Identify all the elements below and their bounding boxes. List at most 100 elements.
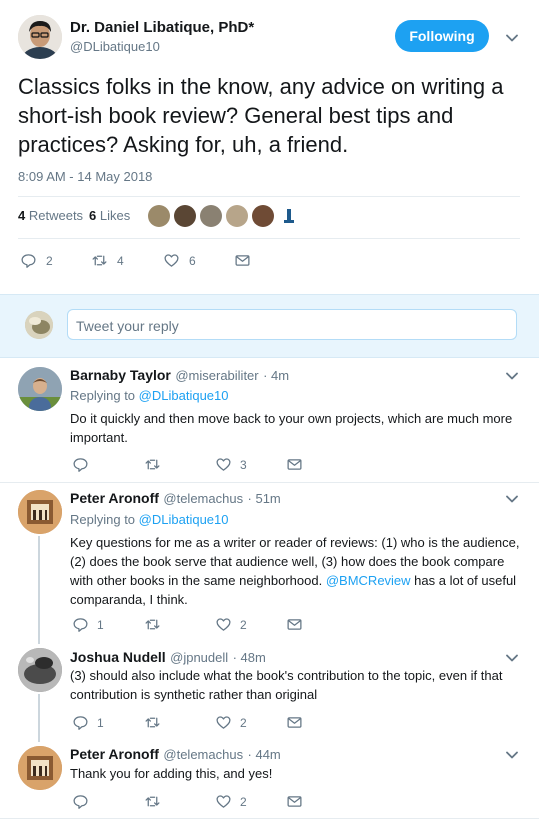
like-count: 2: [240, 794, 247, 809]
reply-header: Barnaby Taylor @miserabiliter · 4m: [70, 367, 289, 385]
retweet-icon: [145, 796, 160, 807]
reply-author-name[interactable]: Joshua Nudell: [70, 649, 166, 665]
replying-to: Replying to @DLibatique10: [70, 512, 229, 527]
reply-avatar[interactable]: [18, 746, 62, 790]
retweet-icon: [145, 619, 160, 630]
like-action[interactable]: 3: [215, 456, 247, 473]
replying-to: Replying to @DLibatique10: [70, 388, 229, 403]
message-action[interactable]: [286, 616, 303, 633]
likes-count: 6: [89, 208, 97, 223]
reply-count: 2: [46, 253, 53, 268]
like-action[interactable]: 6: [163, 252, 196, 269]
retweet-action[interactable]: [144, 793, 169, 810]
following-button-label: Following: [409, 28, 475, 44]
reply-avatar[interactable]: [18, 490, 62, 534]
divider: [18, 196, 520, 197]
reply-author-handle[interactable]: @jpnudell: [170, 650, 228, 665]
reply-text: Key questions for me as a writer or read…: [70, 533, 520, 609]
like-count: 2: [240, 617, 247, 632]
author-handle[interactable]: @DLibatique10: [70, 39, 160, 54]
author-avatar[interactable]: [18, 15, 62, 59]
replying-to-handle[interactable]: @DLibatique10: [139, 388, 229, 403]
reply-author-name[interactable]: Peter Aronoff: [70, 490, 159, 506]
reply-action[interactable]: 2: [20, 252, 53, 269]
reply-time[interactable]: · 51m: [248, 491, 281, 506]
following-button[interactable]: Following: [395, 20, 489, 52]
message-action[interactable]: [286, 714, 303, 731]
divider: [18, 238, 520, 239]
reply-count: 1: [97, 715, 104, 730]
replying-to-label: Replying to: [70, 512, 136, 527]
replying-to-label: Replying to: [70, 388, 136, 403]
message-action[interactable]: [286, 793, 303, 810]
reply-action[interactable]: [72, 456, 97, 473]
chevron-down-icon[interactable]: [505, 492, 519, 511]
reply-avatar[interactable]: [18, 648, 62, 692]
retweet-icon: [92, 255, 107, 266]
retweets-stat[interactable]: 4 Retweets: [18, 208, 83, 223]
reply-count: 1: [97, 617, 104, 632]
like-action[interactable]: 2: [215, 616, 247, 633]
reply-time[interactable]: · 4m: [263, 368, 289, 383]
envelope-icon: [235, 255, 250, 266]
retweet-action[interactable]: [144, 616, 169, 633]
reply-input-placeholder: Tweet your reply: [76, 318, 179, 334]
likes-stat[interactable]: 6 Likes: [89, 208, 130, 223]
liker-avatar[interactable]: [252, 205, 274, 227]
envelope-icon: [287, 459, 302, 470]
reply-header: Peter Aronoff @telemachus · 51m: [70, 490, 281, 508]
current-user-avatar[interactable]: [25, 311, 53, 339]
reply-text: Thank you for adding this, and yes!: [70, 766, 273, 781]
retweet-action[interactable]: 4: [91, 252, 124, 269]
reply-icon: [73, 795, 88, 809]
retweet-action[interactable]: [144, 456, 169, 473]
reply-author-handle[interactable]: @telemachus: [163, 491, 243, 506]
reply-avatar[interactable]: [18, 367, 62, 411]
reply-icon: [73, 716, 88, 730]
reply-author-name[interactable]: Barnaby Taylor: [70, 367, 171, 383]
reply-author-handle[interactable]: @telemachus: [163, 747, 243, 762]
author-name[interactable]: Dr. Daniel Libatique, PhD*: [70, 19, 254, 36]
mention-link[interactable]: @BMCReview: [326, 573, 411, 588]
liker-avatar[interactable]: [278, 205, 300, 227]
reply-time[interactable]: · 44m: [248, 747, 281, 762]
heart-icon: [216, 795, 231, 808]
envelope-icon: [287, 619, 302, 630]
heart-icon: [216, 716, 231, 729]
liker-avatar[interactable]: [200, 205, 222, 227]
reply-icon: [21, 254, 36, 268]
retweet-count: 4: [117, 253, 124, 268]
like-action[interactable]: 2: [215, 793, 247, 810]
heart-icon: [216, 458, 231, 471]
liker-avatar[interactable]: [226, 205, 248, 227]
message-action[interactable]: [234, 252, 251, 269]
reply-action[interactable]: [72, 793, 97, 810]
reply-time[interactable]: · 48m: [233, 650, 266, 665]
message-action[interactable]: [286, 456, 303, 473]
like-action[interactable]: 2: [215, 714, 247, 731]
liker-avatar[interactable]: [174, 205, 196, 227]
chevron-down-icon[interactable]: [505, 369, 519, 388]
reply-input[interactable]: Tweet your reply: [67, 309, 517, 340]
reply-action[interactable]: 1: [72, 714, 104, 731]
chevron-down-icon[interactable]: [505, 31, 519, 50]
divider: [0, 818, 539, 819]
like-count: 3: [240, 457, 247, 472]
tweet-timestamp[interactable]: 8:09 AM - 14 May 2018: [18, 169, 152, 184]
reply-author-name[interactable]: Peter Aronoff: [70, 746, 159, 762]
reply-text: Do it quickly and then move back to your…: [70, 411, 513, 445]
replying-to-handle[interactable]: @DLibatique10: [139, 512, 229, 527]
reply-icon: [73, 618, 88, 632]
heart-icon: [164, 254, 179, 267]
heart-icon: [216, 618, 231, 631]
reply-author-handle[interactable]: @miserabiliter: [175, 368, 258, 383]
retweet-icon: [145, 459, 160, 470]
retweet-action[interactable]: [144, 714, 169, 731]
envelope-icon: [287, 796, 302, 807]
thread-line: [38, 536, 40, 644]
retweets-label: Retweets: [28, 208, 84, 223]
reply-action[interactable]: 1: [72, 616, 104, 633]
reply-header: Joshua Nudell @jpnudell · 48m: [70, 649, 266, 667]
envelope-icon: [287, 717, 302, 728]
liker-avatar[interactable]: [148, 205, 170, 227]
